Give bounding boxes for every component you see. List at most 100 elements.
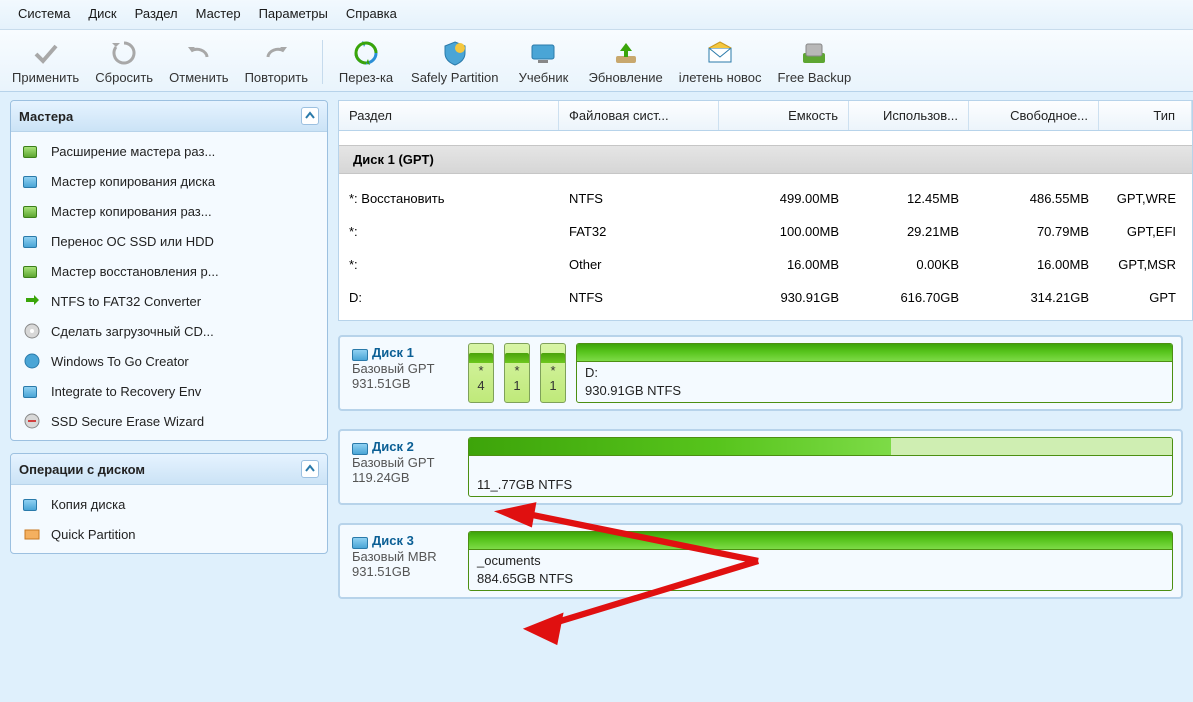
partition-sub: 884.65GB NTFS <box>469 571 1172 590</box>
col-capacity[interactable]: Емкость <box>719 101 849 130</box>
col-filesystem[interactable]: Файловая сист... <box>559 101 719 130</box>
cell-used: 29.21MB <box>849 220 969 243</box>
wizard-integrate-recovery[interactable]: Integrate to Recovery Env <box>13 376 325 406</box>
menu-system[interactable]: Система <box>18 6 70 21</box>
apply-button[interactable]: Применить <box>4 36 87 87</box>
cell-partition: *: <box>339 253 559 276</box>
wizard-bootable-cd[interactable]: Сделать загрузочный CD... <box>13 316 325 346</box>
copy-partition-icon <box>23 202 41 220</box>
reset-button[interactable]: Сбросить <box>87 36 161 87</box>
menu-options[interactable]: Параметры <box>259 6 328 21</box>
cell-fs: FAT32 <box>559 220 719 243</box>
small-partition[interactable]: *1 <box>504 343 530 403</box>
disk-ops-header[interactable]: Операции с диском <box>11 454 327 485</box>
wizard-ntfs-fat32[interactable]: NTFS to FAT32 Converter <box>13 286 325 316</box>
wizards-panel: Мастера Расширение мастера раз... Мастер… <box>10 100 328 441</box>
table-row[interactable]: *:Other16.00MB0.00KB16.00MBGPT,MSR <box>339 248 1192 281</box>
disk1-header[interactable]: Диск 1 (GPT) <box>339 145 1192 174</box>
wizards-list: Расширение мастера раз... Мастер копиров… <box>11 132 327 440</box>
wizard-label: Мастер копирования диска <box>51 174 215 189</box>
safely-partition-button[interactable]: Safely Partition <box>403 36 506 87</box>
update-button[interactable]: Эбновление <box>580 36 670 87</box>
wizard-ssd-erase[interactable]: SSD Secure Erase Wizard <box>13 406 325 436</box>
main-partition[interactable]: 11_.77GB NTFS <box>468 437 1173 497</box>
table-row[interactable]: D:NTFS930.91GB616.70GB314.21GBGPT <box>339 281 1192 314</box>
disk3-info: Диск 3 Базовый MBR 931.51GB <box>348 531 458 591</box>
disk1-bar[interactable]: Диск 1 Базовый GPT 931.51GB *4 *1 *1 D: … <box>338 335 1183 411</box>
toolbar-label: Учебник <box>519 70 569 85</box>
toolbar-label: Free Backup <box>778 70 852 85</box>
disk-name: Диск 1 <box>372 345 414 360</box>
cell-cap: 930.91GB <box>719 286 849 309</box>
disk3-bar[interactable]: Диск 3 Базовый MBR 931.51GB _ocuments 88… <box>338 523 1183 599</box>
wizard-label: Integrate to Recovery Env <box>51 384 201 399</box>
toolbar-label: Перез-ка <box>339 70 393 85</box>
cell-type: GPT,WRE <box>1099 187 1192 210</box>
disk-icon <box>352 537 368 549</box>
partition-label: D: <box>577 362 1172 383</box>
reload-button[interactable]: Перез-ка <box>329 36 403 87</box>
wizard-label: SSD Secure Erase Wizard <box>51 414 204 429</box>
disk-type: Базовый MBR <box>352 549 454 564</box>
menu-partition[interactable]: Раздел <box>135 6 178 21</box>
tutorial-button[interactable]: Учебник <box>506 36 580 87</box>
cell-free: 314.21GB <box>969 286 1099 309</box>
redo-icon <box>261 38 291 68</box>
disk-icon <box>352 443 368 455</box>
cell-used: 0.00KB <box>849 253 969 276</box>
op-label: Quick Partition <box>51 527 136 542</box>
col-free[interactable]: Свободное... <box>969 101 1099 130</box>
undo-icon <box>184 38 214 68</box>
undo-button[interactable]: Отменить <box>161 36 236 87</box>
menu-bar: Система Диск Раздел Мастер Параметры Спр… <box>0 0 1193 30</box>
disk-ops-panel: Операции с диском Копия диска Quick Part… <box>10 453 328 554</box>
reset-icon <box>109 38 139 68</box>
disk-type: Базовый GPT <box>352 455 454 470</box>
newsletter-button[interactable]: ілетень новос <box>671 36 770 87</box>
small-partition[interactable]: *1 <box>540 343 566 403</box>
disk2-info: Диск 2 Базовый GPT 119.24GB <box>348 437 458 497</box>
chevron-up-icon[interactable] <box>301 107 319 125</box>
menu-help[interactable]: Справка <box>346 6 397 21</box>
wizard-copy-disk[interactable]: Мастер копирования диска <box>13 166 325 196</box>
op-quick-partition[interactable]: Quick Partition <box>13 519 325 549</box>
backup-icon <box>799 38 829 68</box>
cd-icon <box>23 322 41 340</box>
wizard-label: NTFS to FAT32 Converter <box>51 294 201 309</box>
wizard-copy-partition[interactable]: Мастер копирования раз... <box>13 196 325 226</box>
col-type[interactable]: Тип <box>1099 101 1192 130</box>
menu-disk[interactable]: Диск <box>88 6 116 21</box>
chevron-up-icon[interactable] <box>301 460 319 478</box>
wizard-recovery[interactable]: Мастер восстановления р... <box>13 256 325 286</box>
check-icon <box>31 38 61 68</box>
copy-disk-icon <box>23 172 41 190</box>
main-partition[interactable]: D: 930.91GB NTFS <box>576 343 1173 403</box>
disk1-info: Диск 1 Базовый GPT 931.51GB <box>348 343 458 403</box>
wizard-label: Сделать загрузочный CD... <box>51 324 214 339</box>
copy-disk-icon <box>23 495 41 513</box>
wizards-panel-header[interactable]: Мастера <box>11 101 327 132</box>
col-partition[interactable]: Раздел <box>339 101 559 130</box>
menu-wizard[interactable]: Мастер <box>196 6 241 21</box>
table-row[interactable]: *:FAT32100.00MB29.21MB70.79MBGPT,EFI <box>339 215 1192 248</box>
col-used[interactable]: Использов... <box>849 101 969 130</box>
disk-name: Диск 2 <box>372 439 414 454</box>
small-partition[interactable]: *4 <box>468 343 494 403</box>
disk2-bar[interactable]: Диск 2 Базовый GPT 119.24GB 11_.77GB NTF… <box>338 429 1183 505</box>
migrate-icon <box>23 232 41 250</box>
table-row[interactable]: *: ВосстановитьNTFS499.00MB12.45MB486.55… <box>339 182 1192 215</box>
redo-button[interactable]: Повторить <box>237 36 316 87</box>
toolbar-label: Повторить <box>245 70 308 85</box>
free-backup-button[interactable]: Free Backup <box>770 36 860 87</box>
wizard-windows-to-go[interactable]: Windows To Go Creator <box>13 346 325 376</box>
main-partition[interactable]: _ocuments 884.65GB NTFS <box>468 531 1173 591</box>
cell-cap: 16.00MB <box>719 253 849 276</box>
wizard-migrate-os[interactable]: Перенос ОС SSD или HDD <box>13 226 325 256</box>
toolbar-label: Применить <box>12 70 79 85</box>
wizard-extend[interactable]: Расширение мастера раз... <box>13 136 325 166</box>
wizard-label: Расширение мастера раз... <box>51 144 215 159</box>
op-copy-disk[interactable]: Копия диска <box>13 489 325 519</box>
cell-used: 12.45MB <box>849 187 969 210</box>
cell-free: 70.79MB <box>969 220 1099 243</box>
op-label: Копия диска <box>51 497 125 512</box>
